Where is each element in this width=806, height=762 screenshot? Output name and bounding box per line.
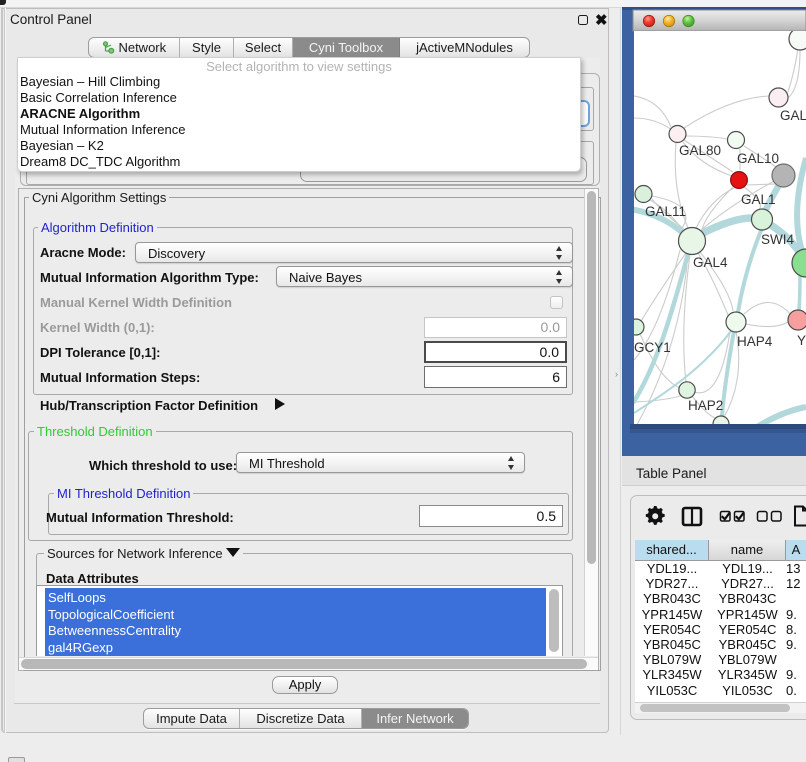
svg-text:Y: Y (797, 333, 806, 348)
svg-text:GAL80: GAL80 (679, 143, 721, 158)
svg-text:GAL1: GAL1 (741, 192, 776, 207)
svg-text:SWI4: SWI4 (761, 232, 794, 247)
svg-text:GAL7: GAL7 (780, 108, 806, 123)
svg-text:GAL10: GAL10 (737, 151, 779, 166)
svg-text:GAL4: GAL4 (693, 255, 728, 270)
svg-text:GCY1: GCY1 (634, 340, 671, 355)
svg-text:HAP2: HAP2 (688, 398, 723, 413)
svg-text:HAP4: HAP4 (737, 334, 773, 349)
svg-text:GAL11: GAL11 (645, 204, 686, 219)
